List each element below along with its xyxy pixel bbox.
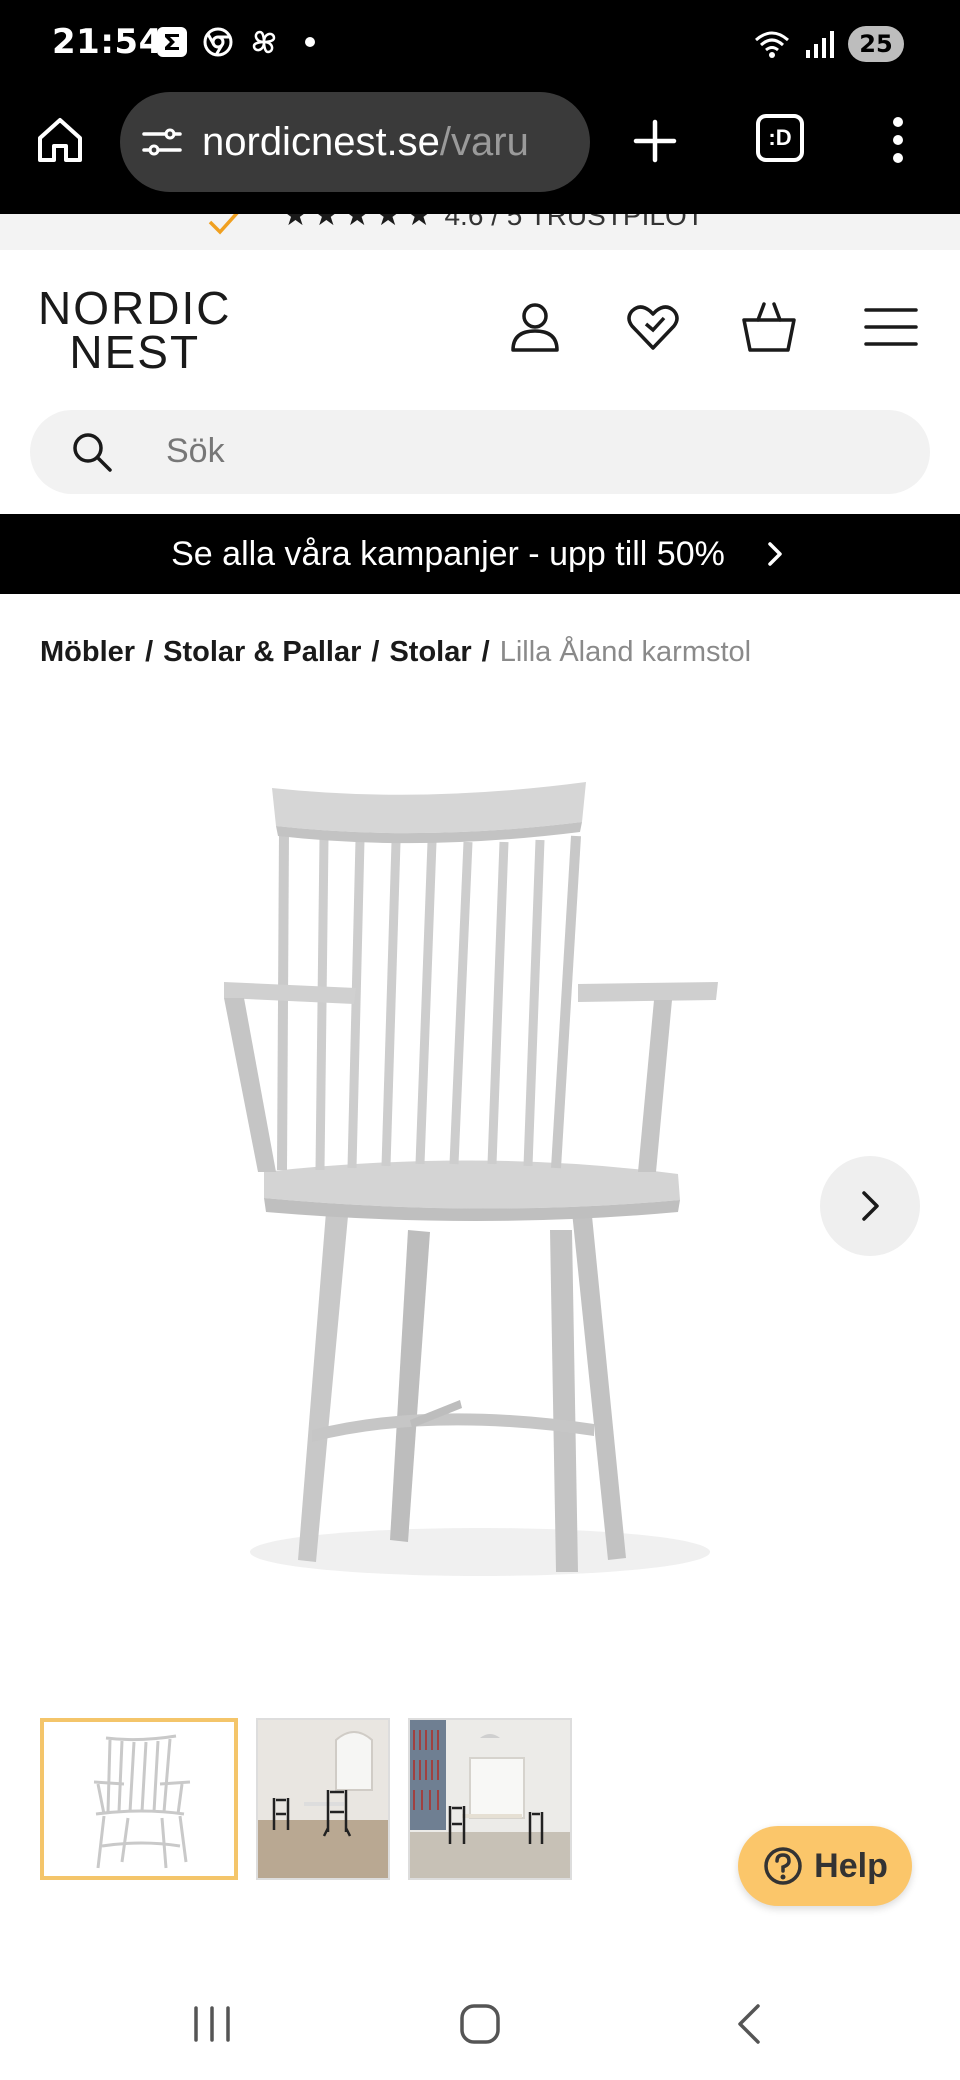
pinwheel-icon — [248, 26, 280, 58]
rating-stars: ★★★★★ — [282, 214, 437, 232]
campaign-banner[interactable]: Se alla våra kampanjer - upp till 50% — [0, 514, 960, 594]
search-icon — [73, 433, 112, 472]
chevron-right-icon — [862, 1191, 879, 1221]
home-nav-icon[interactable] — [456, 2000, 504, 2048]
breadcrumb-separator: / — [145, 636, 154, 668]
trustpilot-rating: ★★★★★ 4.6 / 5 TRUSTPILOT — [206, 214, 704, 233]
chevron-right-icon — [768, 542, 782, 566]
system-navigation-bar — [0, 1960, 960, 2080]
search-input[interactable]: Sök — [30, 410, 930, 494]
status-notification-icons — [156, 26, 326, 58]
wifi-icon — [755, 31, 789, 58]
search-placeholder: Sök — [166, 432, 225, 470]
product-image-chair[interactable] — [180, 760, 750, 1600]
next-image-button[interactable] — [820, 1156, 920, 1256]
wishlist-heart-icon[interactable] — [624, 298, 682, 356]
hamburger-menu-icon[interactable] — [862, 298, 920, 356]
status-time: 21:54 — [52, 22, 163, 62]
battery-indicator: 25 — [848, 26, 904, 62]
chrome-icon — [202, 26, 234, 58]
cart-basket-icon[interactable] — [740, 298, 798, 356]
question-circle-icon — [764, 1847, 802, 1885]
chair-thumbnail-image — [44, 1722, 234, 1876]
address-bar[interactable]: nordicnest.se/varu — [120, 92, 590, 192]
help-label: Help — [814, 1846, 888, 1885]
sigma-icon — [156, 26, 188, 58]
tab-switcher-button[interactable]: :D — [756, 114, 804, 162]
breadcrumb-item-stolar-pallar[interactable]: Stolar & Pallar — [163, 636, 361, 669]
signal-icon — [806, 31, 834, 58]
back-icon[interactable] — [726, 2000, 774, 2048]
breadcrumb-item-stolar[interactable]: Stolar — [389, 636, 471, 669]
status-bar: 21:54 25 — [0, 0, 960, 92]
thumbnail-room-scene-1[interactable] — [256, 1718, 390, 1880]
thumbnail-room-scene-2[interactable] — [408, 1718, 572, 1880]
logo-line-2: NEST — [69, 326, 201, 378]
new-tab-icon[interactable] — [630, 116, 680, 166]
recent-apps-icon[interactable] — [188, 2000, 236, 2048]
thumbnail-chair-studio[interactable] — [40, 1718, 238, 1880]
rating-text: 4.6 / 5 TRUSTPILOT — [444, 214, 704, 231]
library-thumbnail-image — [410, 1720, 570, 1878]
account-icon[interactable] — [506, 298, 564, 356]
url-domain: nordicnest.se — [202, 119, 440, 164]
breadcrumb-current: Lilla Åland karmstol — [499, 636, 752, 668]
logo-line-1: NORDIC — [38, 282, 232, 334]
nordic-nest-logo[interactable]: NORDIC NEST — [38, 282, 232, 378]
site-header: NORDIC NEST — [0, 250, 960, 406]
browser-toolbar: nordicnest.se/varu :D — [0, 92, 960, 214]
campaign-text: Se alla våra kampanjer - upp till 50% — [171, 534, 725, 573]
breadcrumb: Möbler / Stolar & Pallar / Stolar / Lill… — [40, 636, 751, 669]
room-thumbnail-image — [258, 1720, 388, 1878]
trustpilot-strip: ★★★★★ 4.6 / 5 TRUSTPILOT — [0, 214, 960, 250]
site-settings-icon[interactable] — [140, 120, 184, 164]
url-text: nordicnest.se/varu — [202, 120, 582, 165]
help-button[interactable]: Help — [738, 1826, 912, 1906]
breadcrumb-separator: / — [371, 636, 380, 668]
dot-icon — [294, 26, 326, 58]
breadcrumb-item-mobler[interactable]: Möbler — [40, 636, 135, 669]
status-system-icons: 25 — [752, 26, 904, 62]
more-options-icon[interactable] — [886, 112, 910, 168]
url-path: /varu — [439, 119, 529, 164]
breadcrumb-separator: / — [481, 636, 490, 668]
home-icon[interactable] — [34, 114, 86, 166]
thumbnail-strip — [40, 1718, 572, 1880]
